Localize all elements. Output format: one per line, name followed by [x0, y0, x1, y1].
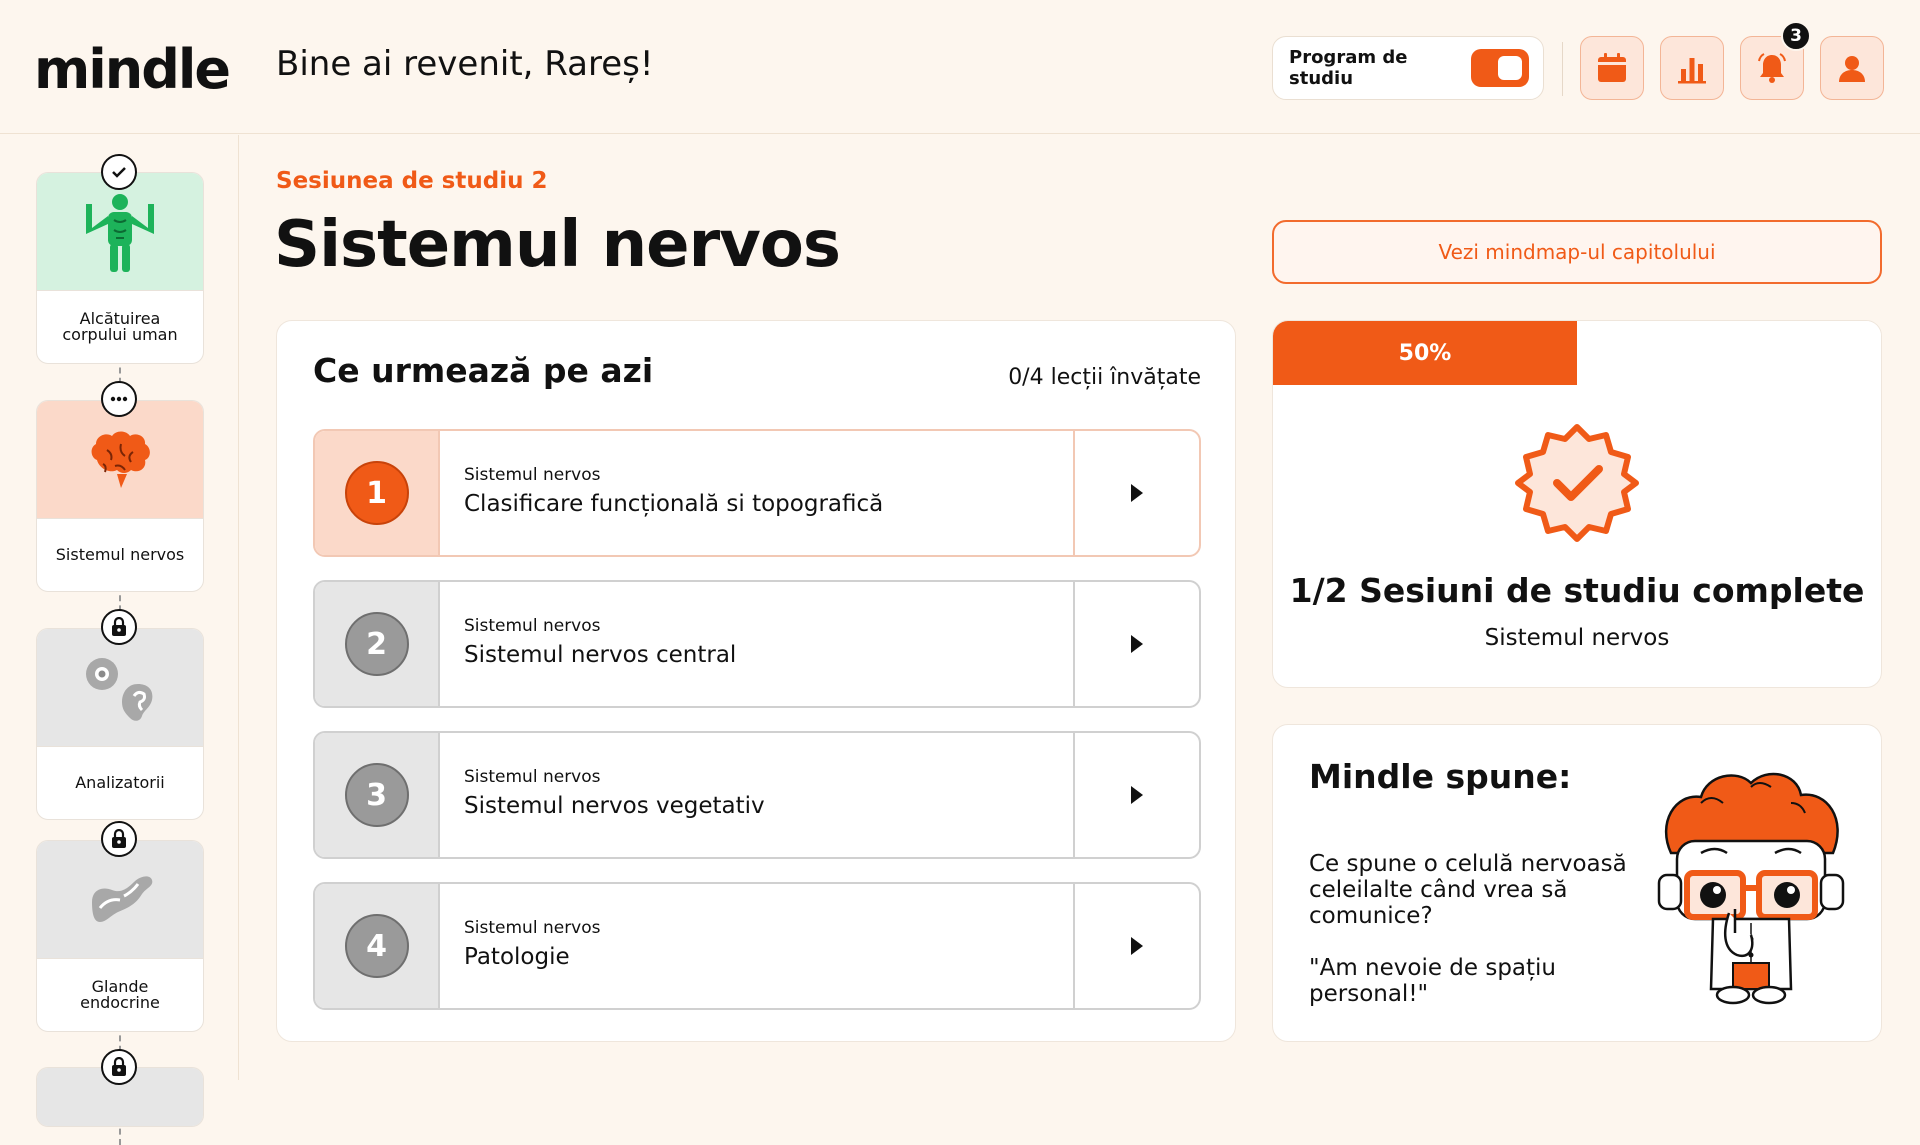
completed-check-icon: [101, 154, 137, 190]
lesson-number-cell: 4: [315, 884, 440, 1008]
lesson-number: 3: [344, 763, 409, 827]
chapter-title: Glande endocrine: [80, 977, 160, 1012]
calendar-button[interactable]: [1580, 36, 1644, 100]
lesson-text: Sistemul nervos Sistemul nervos central: [440, 582, 1073, 706]
lesson-item[interactable]: 2 Sistemul nervos Sistemul nervos centra…: [313, 580, 1201, 708]
progress-subtitle: Sistemul nervos: [1484, 625, 1670, 651]
eye-ear-icon: [86, 657, 153, 721]
bell-icon: [1758, 53, 1786, 83]
chapter-image: [37, 841, 203, 959]
lesson-number: 1: [344, 461, 409, 525]
lesson-subtitle: Sistemul nervos: [464, 767, 601, 787]
lesson-number: 2: [344, 612, 409, 676]
lesson-text: Sistemul nervos Sistemul nervos vegetati…: [440, 733, 1073, 857]
mindle-joke: Ce spune o celulă nervoasă celeilalte câ…: [1309, 851, 1627, 1007]
greeting: Bine ai revenit, Rareș!: [276, 44, 654, 84]
stats-button[interactable]: [1660, 36, 1724, 100]
chapter-image: [37, 173, 203, 291]
lesson-open-button[interactable]: [1073, 733, 1199, 857]
chapter-card-glande-endocrine[interactable]: Glande endocrine: [36, 840, 204, 1032]
progress-fill: 50%: [1273, 321, 1577, 385]
notifications-button[interactable]: 3: [1740, 21, 1811, 100]
chapter-title: Sistemul nervos: [55, 545, 185, 564]
page-title: Sistemul nervos: [274, 208, 841, 282]
pancreas-icon: [92, 875, 153, 922]
mindle-tip-card: Mindle spune: Ce spune o celulă nervoasă…: [1272, 724, 1882, 1042]
lesson-title: Patologie: [464, 944, 570, 970]
mindmap-button[interactable]: Vezi mindmap-ul capitolului: [1272, 220, 1882, 284]
human-body-icon: [86, 193, 154, 272]
progress-bar: 50%: [1273, 321, 1881, 385]
play-arrow-icon: [1131, 635, 1143, 653]
study-program-toggle[interactable]: Program de studiu: [1272, 36, 1544, 100]
lesson-subtitle: Sistemul nervos: [464, 465, 601, 485]
lesson-number-cell: 2: [315, 582, 440, 706]
in-progress-dots-icon: [101, 381, 137, 417]
chapter-title: Alcătuirea corpului uman: [62, 309, 178, 344]
lesson-subtitle: Sistemul nervos: [464, 918, 601, 938]
logo[interactable]: mindle: [34, 38, 231, 101]
lesson-subtitle: Sistemul nervos: [464, 616, 601, 636]
lesson-item[interactable]: 3 Sistemul nervos Sistemul nervos vegeta…: [313, 731, 1201, 859]
lesson-item[interactable]: 1 Sistemul nervos Clasificare funcțional…: [313, 429, 1201, 557]
lock-icon: [101, 821, 137, 857]
lesson-title: Sistemul nervos vegetativ: [464, 793, 765, 819]
chapter-card-alcatuirea[interactable]: Alcătuirea corpului uman: [36, 172, 204, 364]
lesson-number: 4: [344, 914, 409, 978]
play-arrow-icon: [1131, 786, 1143, 804]
play-arrow-icon: [1131, 484, 1143, 502]
lessons-panel: Ce urmează pe azi 0/4 lecții învățate 1 …: [276, 320, 1236, 1042]
session-label: Sesiunea de studiu 2: [276, 168, 548, 194]
toggle-switch[interactable]: [1471, 49, 1529, 87]
lesson-open-button[interactable]: [1073, 431, 1199, 555]
chapter-image: [37, 629, 203, 747]
mascot-illustration: [1657, 772, 1845, 1005]
stats-icon: [1678, 58, 1706, 84]
lock-icon: [101, 609, 137, 645]
lesson-number-cell: 1: [315, 431, 440, 555]
study-program-label: Program de studiu: [1289, 47, 1408, 89]
chapter-card-sistemul-nervos[interactable]: Sistemul nervos: [36, 400, 204, 592]
lesson-text: Sistemul nervos Clasificare funcțională …: [440, 431, 1073, 555]
mindle-title: Mindle spune:: [1309, 757, 1572, 796]
calendar-icon: [1598, 53, 1626, 82]
notification-badge: 3: [1781, 21, 1811, 51]
lessons-heading: Ce urmează pe azi: [313, 351, 654, 390]
progress-title: 1/2 Sesiuni de studiu complete: [1289, 571, 1865, 610]
chapter-image: [37, 401, 203, 519]
play-arrow-icon: [1131, 937, 1143, 955]
lessons-count: 0/4 lecții învățate: [1008, 365, 1201, 390]
toggle-knob: [1498, 56, 1522, 80]
lesson-open-button[interactable]: [1073, 884, 1199, 1008]
verified-badge-icon: [1515, 424, 1639, 542]
top-bar: mindle Bine ai revenit, Rareș! Program d…: [0, 0, 1920, 134]
chapter-sidebar: Alcătuirea corpului uman Sistemul nervos: [0, 135, 239, 1145]
profile-button[interactable]: [1820, 36, 1884, 100]
lesson-title: Sistemul nervos central: [464, 642, 737, 668]
brain-icon: [91, 431, 150, 488]
lesson-item[interactable]: 4 Sistemul nervos Patologie: [313, 882, 1201, 1010]
header-divider: [1562, 42, 1563, 96]
lesson-text: Sistemul nervos Patologie: [440, 884, 1073, 1008]
lesson-title: Clasificare funcțională si topografică: [464, 491, 884, 517]
lesson-open-button[interactable]: [1073, 582, 1199, 706]
chapter-card-analizatorii[interactable]: Analizatorii: [36, 628, 204, 820]
profile-icon: [1839, 56, 1865, 82]
lesson-number-cell: 3: [315, 733, 440, 857]
session-progress-card: 50% 1/2 Sesiuni de studiu complete Siste…: [1272, 320, 1882, 688]
chapter-title: Analizatorii: [75, 773, 165, 792]
